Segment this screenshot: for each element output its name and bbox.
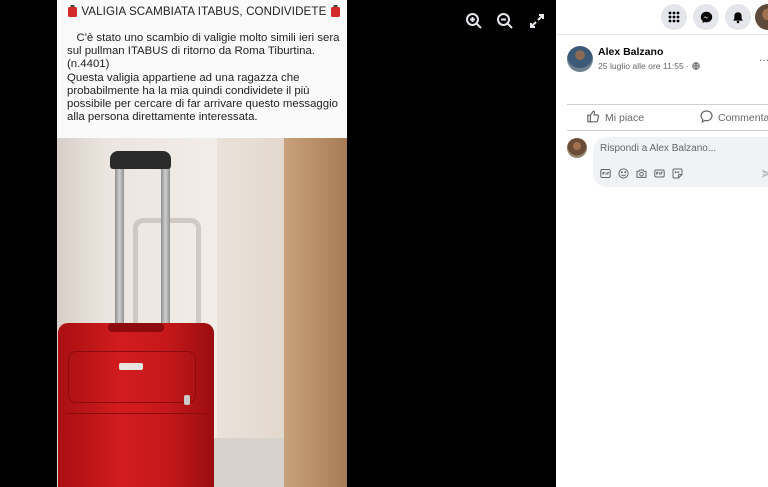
like-icon	[587, 110, 600, 126]
camera-icon[interactable]	[636, 166, 647, 178]
photo-caption: VALIGIA SCAMBIATA ITABUS, CONDIVIDETE C'…	[57, 0, 347, 138]
caption-body: C'è stato uno scambio di valigie molto s…	[67, 32, 345, 124]
comment-label: Commenta	[718, 112, 768, 124]
emoji-icon[interactable]	[618, 166, 629, 179]
comment-button[interactable]: Commenta	[700, 110, 768, 126]
author-name[interactable]: Alex Balzano	[598, 46, 663, 58]
like-label: Mi piace	[605, 112, 645, 124]
post-options-icon[interactable]: ...	[759, 50, 768, 64]
fullscreen-icon[interactable]	[527, 11, 547, 31]
actions-divider-top	[567, 104, 768, 105]
privacy-separator: ·	[686, 61, 690, 71]
suitcase-brand-badge	[119, 363, 143, 370]
post-side-panel: Alex Balzano 25 luglio alle ore 11:55 · …	[556, 0, 768, 487]
caption-title: VALIGIA SCAMBIATA ITABUS, CONDIVIDETE	[67, 5, 341, 20]
handle-pole-right	[161, 168, 170, 328]
author-avatar[interactable]	[567, 46, 593, 72]
gif-sticker-icon[interactable]	[654, 166, 665, 178]
post-photo[interactable]: VALIGIA SCAMBIATA ITABUS, CONDIVIDETE C'…	[57, 0, 347, 487]
wooden-door	[284, 138, 347, 487]
like-button[interactable]: Mi piace	[587, 110, 644, 126]
send-icon[interactable]	[761, 166, 768, 178]
suitcase-zipper	[184, 395, 190, 405]
profile-avatar[interactable]	[755, 4, 768, 30]
sticker-icon[interactable]	[672, 166, 683, 179]
red-suitcase	[58, 323, 214, 487]
suitcase-emoji-icon	[67, 5, 78, 20]
comment-input[interactable]: Rispondi a Alex Balzano...	[593, 137, 768, 187]
menu-grid-icon[interactable]	[661, 4, 687, 30]
globe-icon	[691, 62, 700, 72]
suitcase-seam	[66, 413, 206, 414]
suitcase-emoji-icon	[330, 5, 341, 20]
handle-pole-left	[115, 168, 124, 328]
post-date[interactable]: 25 luglio alle ore 11:55	[598, 61, 684, 71]
suitcase-handle	[110, 151, 171, 169]
messenger-icon[interactable]	[693, 4, 719, 30]
caption-indent	[67, 32, 77, 44]
actions-divider-bottom	[567, 130, 768, 131]
wall-shadow	[217, 138, 284, 487]
zoom-in-icon[interactable]	[464, 11, 484, 31]
suitcase-pocket	[68, 351, 196, 403]
post-meta: 25 luglio alle ore 11:55 ·	[598, 61, 700, 72]
comment-placeholder: Rispondi a Alex Balzano...	[600, 143, 717, 154]
caption-body-text: C'è stato uno scambio di valigie molto s…	[67, 32, 340, 124]
zoom-out-icon[interactable]	[495, 11, 515, 31]
header-divider	[556, 34, 768, 35]
top-bar	[556, 0, 768, 34]
comment-icon	[700, 110, 713, 126]
notifications-icon[interactable]	[725, 4, 751, 30]
photo-viewer: VALIGIA SCAMBIATA ITABUS, CONDIVIDETE C'…	[0, 0, 556, 487]
suitcase-photo-scene	[57, 138, 347, 487]
caption-title-text: VALIGIA SCAMBIATA ITABUS, CONDIVIDETE	[81, 5, 327, 18]
suitcase-top-handle	[108, 323, 164, 332]
commenter-avatar	[567, 138, 587, 158]
gif-icon[interactable]	[600, 166, 611, 178]
